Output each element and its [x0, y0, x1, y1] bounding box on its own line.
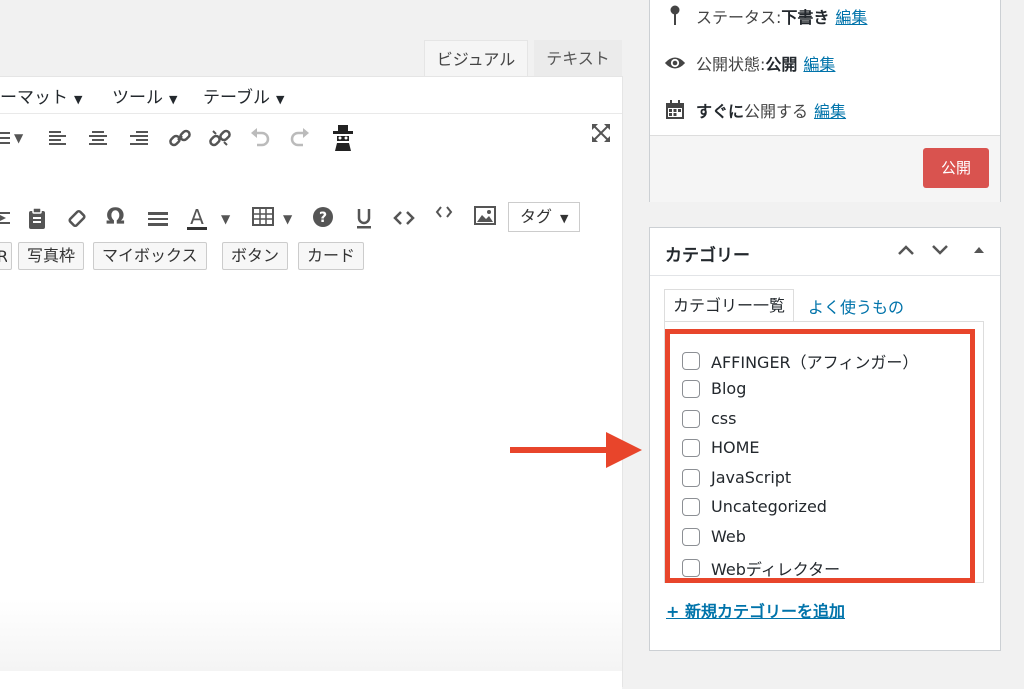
menu-table[interactable]: テーブル ▼ — [203, 83, 284, 108]
status-label: ステータス: — [696, 8, 782, 27]
editor-menubar: ーマット ▼ ツール ▼ テーブル ▼ — [0, 77, 622, 114]
menu-tools-label: ツール — [112, 88, 163, 108]
status-edit-link[interactable]: 編集 — [835, 4, 867, 28]
calendar-icon — [664, 100, 686, 120]
category-title: カテゴリー — [665, 246, 750, 266]
tag-select-label: タグ — [520, 207, 553, 226]
tab-visual[interactable]: ビジュアル — [424, 40, 528, 77]
svg-text:R: R — [0, 247, 7, 266]
schedule-value: すぐに — [696, 102, 745, 121]
svg-text:?: ? — [319, 210, 327, 226]
unlink-icon[interactable] — [208, 126, 232, 150]
underline-icon[interactable] — [354, 206, 374, 230]
quicktag-button[interactable]: カード — [298, 242, 365, 270]
caret-down-icon[interactable]: ▼ — [283, 207, 292, 231]
status-value: 下書き — [781, 8, 830, 27]
omega-icon[interactable]: Ω — [106, 206, 125, 230]
highlight-frame — [665, 329, 975, 583]
add-category-link[interactable]: + 新規カテゴリーを追加 — [666, 598, 845, 622]
align-left-icon[interactable] — [47, 126, 69, 150]
editor-toolbars: ▼ Ω A ▼ ▼ ? タグ ▼ R 写真枠 マイボックス ボタン カード — [0, 114, 622, 290]
hr-icon[interactable] — [147, 207, 169, 231]
redo-icon[interactable] — [288, 126, 312, 150]
align-center-icon[interactable] — [87, 126, 109, 150]
fullscreen-icon[interactable] — [590, 122, 612, 144]
image-icon[interactable] — [474, 205, 496, 227]
publish-button[interactable]: 公開 — [923, 148, 989, 188]
arrow-right-icon — [510, 432, 642, 472]
editor-panel: ーマット ▼ ツール ▼ テーブル ▼ ▼ Ω A ▼ ▼ ? タグ ▼ R 写… — [0, 76, 623, 689]
tag-select[interactable]: タグ ▼ — [508, 202, 580, 232]
schedule-edit-link[interactable]: 編集 — [814, 98, 846, 122]
chevron-up-icon[interactable] — [896, 240, 916, 264]
link-icon[interactable] — [168, 126, 192, 150]
caret-down-icon: ▼ — [560, 212, 569, 225]
quicktag-button[interactable]: 写真枠 — [18, 242, 85, 270]
list-icon[interactable] — [0, 126, 10, 150]
undo-icon[interactable] — [248, 126, 272, 150]
code-icon[interactable] — [393, 206, 415, 230]
align-right-icon[interactable] — [128, 126, 150, 150]
tab-popular-categories[interactable]: よく使うもの — [808, 294, 904, 318]
publish-box: ステータス: 下書き 編集 公開状態: 公開 編集 すぐに 公開する 編集 公開 — [649, 0, 1001, 202]
caret-down-icon: ▼ — [275, 93, 285, 106]
caret-down-icon[interactable]: ▼ — [221, 207, 230, 231]
visibility-edit-link[interactable]: 編集 — [803, 51, 835, 75]
quicktag-partial-button[interactable]: R — [0, 242, 12, 270]
collapse-toggle-icon[interactable] — [972, 240, 986, 264]
indent-icon[interactable] — [0, 207, 10, 229]
schedule-label: 公開する — [744, 102, 809, 121]
menu-table-label: テーブル — [203, 88, 270, 108]
tab-text[interactable]: テキスト — [534, 40, 622, 77]
menu-format-label: ーマット — [0, 88, 68, 108]
eye-icon — [664, 55, 686, 71]
spy-icon[interactable] — [330, 124, 356, 152]
tab-all-categories[interactable]: カテゴリー一覧 — [664, 289, 794, 322]
chevron-down-icon[interactable] — [930, 240, 950, 264]
quicktag-button[interactable]: ボタン — [222, 242, 289, 270]
publish-actions: 公開 — [650, 135, 1000, 202]
svg-text:A: A — [190, 206, 204, 229]
menu-format[interactable]: ーマット ▼ — [0, 83, 82, 108]
table-icon[interactable] — [252, 206, 274, 228]
caret-down-icon: ▼ — [74, 93, 83, 106]
code-small-icon[interactable] — [434, 202, 454, 222]
visibility-label: 公開状態: — [696, 55, 766, 74]
caret-down-icon[interactable]: ▼ — [14, 126, 23, 150]
schedule-row: すぐに 公開する 編集 — [664, 98, 846, 122]
status-row: ステータス: 下書き 編集 — [664, 4, 867, 28]
caret-down-icon: ▼ — [169, 93, 178, 106]
pin-icon — [664, 5, 686, 27]
eraser-icon[interactable] — [66, 207, 88, 231]
category-header: カテゴリー — [650, 228, 1000, 276]
quicktag-button[interactable]: マイボックス — [93, 242, 207, 270]
text-color-icon[interactable]: A — [185, 206, 209, 232]
help-icon[interactable]: ? — [312, 206, 334, 228]
menu-tools[interactable]: ツール ▼ — [112, 83, 177, 108]
visibility-value: 公開 — [765, 55, 798, 74]
visibility-row: 公開状態: 公開 編集 — [664, 51, 835, 75]
paste-icon[interactable] — [26, 207, 48, 231]
editor-footer — [0, 600, 622, 671]
